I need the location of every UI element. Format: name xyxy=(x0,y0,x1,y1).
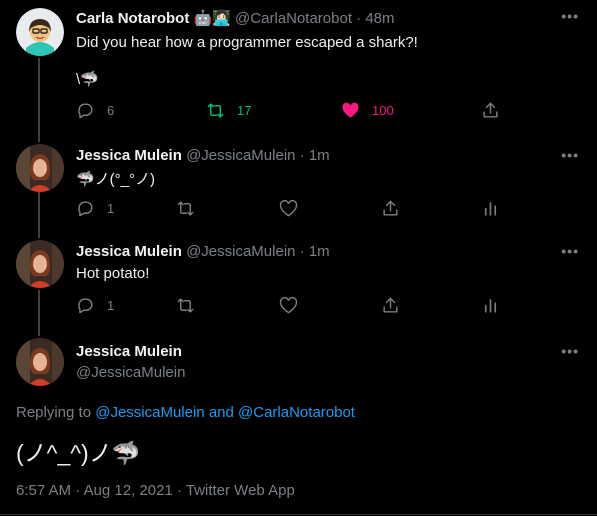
share-icon xyxy=(383,200,398,216)
tweet-text: (ノ^_^)ノ🦈 xyxy=(16,440,141,466)
more-icon[interactable]: ••• xyxy=(561,343,579,359)
tweet-timestamp[interactable]: 6:57 AM · Aug 12, 2021 · Twitter Web App xyxy=(16,482,295,499)
divider xyxy=(0,514,597,515)
like-button[interactable] xyxy=(279,296,298,315)
name-badges: 🤖👩🏻‍💻 xyxy=(193,10,231,27)
author-handle[interactable]: @CarlaNotarobot xyxy=(235,10,352,27)
retweet-button[interactable]: 17 xyxy=(206,101,251,120)
author-name[interactable]: Jessica Mulein xyxy=(76,243,182,260)
analytics-button[interactable] xyxy=(481,296,500,315)
author-handle[interactable]: @JessicaMulein xyxy=(76,364,185,381)
avatar-jessica[interactable] xyxy=(16,144,64,192)
author-handle[interactable]: @JessicaMulein xyxy=(186,147,295,164)
avatar-jessica[interactable] xyxy=(16,240,64,288)
avatar-jessica[interactable] xyxy=(16,338,64,386)
reply-button[interactable]: 1 xyxy=(76,296,114,315)
reply-count: 1 xyxy=(107,298,115,313)
retweet-button[interactable] xyxy=(176,199,195,218)
reply-button[interactable]: 6 xyxy=(76,101,114,120)
reply-count: 6 xyxy=(107,103,115,118)
reply-count: 1 xyxy=(107,201,115,216)
reply-icon xyxy=(78,103,93,119)
analytics-icon xyxy=(484,202,497,216)
share-button[interactable] xyxy=(481,101,500,120)
like-icon xyxy=(279,199,298,217)
like-count: 100 xyxy=(372,103,394,118)
share-icon xyxy=(383,297,398,313)
tweet-actions: 1 xyxy=(76,199,576,219)
separator: · xyxy=(299,243,305,260)
tweet-carla[interactable]: Carla Notarobot 🤖👩🏻‍💻 @CarlaNotarobot · … xyxy=(0,0,597,140)
tweet-text: Hot potato! xyxy=(76,265,150,282)
tweet-text: Did you hear how a programmer escaped a … xyxy=(76,34,418,51)
tweet-time[interactable]: 1m xyxy=(309,147,330,164)
retweet-icon xyxy=(177,201,194,216)
more-icon[interactable]: ••• xyxy=(561,147,579,163)
like-icon xyxy=(279,296,298,314)
reply-button[interactable]: 1 xyxy=(76,199,114,218)
tweet-jessica-2[interactable]: Jessica Mulein @JessicaMulein · 1m ••• H… xyxy=(0,236,597,332)
share-button[interactable] xyxy=(381,199,400,218)
like-button[interactable] xyxy=(279,199,298,218)
mention-link[interactable]: @CarlaNotarobot xyxy=(238,404,355,421)
more-icon[interactable]: ••• xyxy=(561,243,579,259)
like-icon xyxy=(342,102,359,118)
replying-prefix: Replying to xyxy=(16,404,96,421)
retweet-icon xyxy=(207,103,224,118)
tweet-text-line2: \🦈 xyxy=(76,71,99,88)
retweet-count: 17 xyxy=(237,103,252,118)
author-name[interactable]: Carla Notarobot xyxy=(76,10,189,27)
analytics-button[interactable] xyxy=(481,199,500,218)
tweet-actions: 6 17 100 xyxy=(76,101,576,121)
tweet-actions: 1 xyxy=(76,296,576,316)
share-icon xyxy=(483,102,498,118)
retweet-button[interactable] xyxy=(176,296,195,315)
author-name[interactable]: Jessica Mulein xyxy=(76,343,182,360)
retweet-icon xyxy=(177,298,194,313)
tweet-time[interactable]: 1m xyxy=(309,243,330,260)
share-button[interactable] xyxy=(381,296,400,315)
analytics-icon xyxy=(484,299,497,313)
more-icon[interactable]: ••• xyxy=(561,8,579,24)
tweet-jessica-1[interactable]: Jessica Mulein @JessicaMulein · 1m ••• 🦈… xyxy=(0,140,597,236)
reply-icon xyxy=(78,298,93,314)
mention-link[interactable]: @JessicaMulein xyxy=(95,404,204,421)
separator: · xyxy=(299,147,305,164)
replying-to: Replying to @JessicaMulein and @CarlaNot… xyxy=(16,404,355,421)
tweet-time[interactable]: 48m xyxy=(365,10,394,27)
replying-and[interactable]: and xyxy=(205,404,238,421)
like-button[interactable]: 100 xyxy=(341,101,394,120)
tweet-text: 🦈ノ(°_°ノ) xyxy=(76,171,156,188)
avatar-carla[interactable] xyxy=(16,8,64,56)
author-handle[interactable]: @JessicaMulein xyxy=(186,243,295,260)
separator: · xyxy=(356,10,362,27)
reply-icon xyxy=(78,201,93,217)
author-name[interactable]: Jessica Mulein xyxy=(76,147,182,164)
